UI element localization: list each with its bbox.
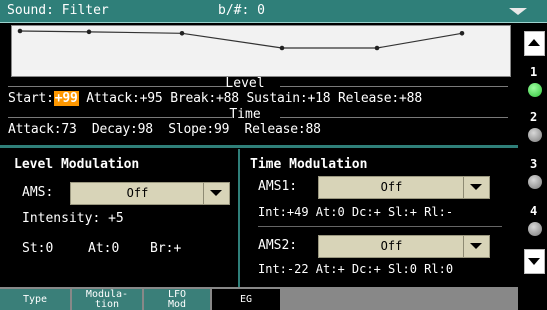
tm-ams1-dropdown[interactable]: Off (318, 176, 490, 199)
envelope-line (19, 30, 463, 49)
sidebar-number-4: 4 (530, 204, 538, 218)
tab-modulation[interactable]: Modula- tion (72, 289, 142, 310)
time-modulation-title: Time Modulation (250, 157, 368, 172)
key-indicator: b/#: 0 (218, 3, 265, 18)
time-slope-field[interactable]: Slope:99 (168, 122, 229, 137)
time-attack-field[interactable]: Attack:73 (8, 122, 77, 137)
level-modulation-panel: Level Modulation AMS: Off Intensity: +5 … (0, 149, 238, 287)
tab-eg[interactable]: EG (212, 289, 280, 310)
envelope-point (17, 28, 23, 34)
envelope-graph-svg (17, 28, 465, 51)
envelope-point (459, 31, 465, 36)
lm-ams-dropdown[interactable]: Off (70, 182, 230, 205)
lm-ams-label: AMS: (22, 185, 54, 200)
level-divider-right (280, 86, 508, 87)
chevron-down-icon (463, 236, 489, 257)
tab-type[interactable]: Type (0, 289, 70, 310)
lm-at-field[interactable]: At:0 (88, 241, 119, 256)
level-divider-left (8, 86, 232, 87)
start-value-field[interactable]: +99 (53, 91, 79, 106)
chevron-down-icon (203, 183, 229, 204)
envelope-point (179, 31, 185, 36)
chevron-down-icon (463, 177, 489, 198)
level-release-field[interactable]: Release:+88 (338, 91, 422, 106)
tm-ams1-value: Off (380, 180, 403, 194)
title-bar: Sound: Filter b/#: 0 (0, 0, 547, 23)
section-separator (0, 145, 518, 148)
time-divider-left (8, 117, 232, 118)
time-modulation-panel: Time Modulation AMS1: Off Int:+49 At:0 D… (240, 149, 518, 287)
tm-ams1-info[interactable]: Int:+49 At:0 Dc:+ Sl:+ Rl:- (258, 205, 453, 219)
time-decay-field[interactable]: Decay:98 (92, 122, 153, 137)
right-sidebar: 1 2 3 4 (518, 23, 547, 310)
envelope-point (86, 29, 92, 35)
tm-ams2-dropdown[interactable]: Off (318, 235, 490, 258)
level-break-field[interactable]: Break:+88 (170, 91, 239, 106)
sidebar-led-4[interactable] (528, 222, 542, 236)
lm-st-field[interactable]: St:0 (22, 241, 53, 256)
tm-ams1-label: AMS1: (258, 179, 298, 194)
level-values-row: Start:+99 Attack:+95 Break:+88 Sustain:+… (8, 91, 422, 106)
scroll-down-button[interactable] (524, 249, 545, 274)
start-label: Start: (8, 91, 54, 106)
tm-ams2-label: AMS2: (258, 238, 298, 253)
level-sustain-field[interactable]: Sustain:+18 (247, 91, 331, 106)
time-divider-right (280, 117, 508, 118)
envelope-point (279, 45, 285, 51)
lm-ams-value: Off (126, 186, 149, 200)
sidebar-number-1: 1 (530, 65, 538, 79)
sidebar-led-2[interactable] (528, 128, 542, 142)
level-modulation-title: Level Modulation (14, 157, 140, 172)
lm-br-field[interactable]: Br:+ (150, 241, 181, 256)
tm-ams2-info[interactable]: Int:-22 At:+ Dc:+ Sl:0 Rl:0 (258, 262, 453, 276)
sidebar-number-3: 3 (530, 157, 538, 171)
tab-lfo-mod[interactable]: LFO Mod (144, 289, 210, 310)
sidebar-led-3[interactable] (528, 175, 542, 189)
time-values-row: Attack:73 Decay:98 Slope:99 Release:88 (8, 122, 321, 137)
page-title: Sound: Filter (7, 3, 109, 18)
level-section-label: Level (225, 76, 265, 91)
lm-intensity-field[interactable]: Intensity: +5 (22, 211, 124, 226)
envelope-graph (11, 25, 511, 77)
tm-divider (258, 226, 502, 227)
level-attack-field[interactable]: Attack:+95 (86, 91, 162, 106)
sidebar-number-2: 2 (530, 110, 538, 124)
scroll-up-button[interactable] (524, 31, 545, 56)
tab-bar: Type Modula- tion LFO Mod EG (0, 287, 518, 310)
tm-ams2-value: Off (380, 239, 403, 253)
sidebar-led-1[interactable] (528, 83, 542, 97)
time-release-field[interactable]: Release:88 (244, 122, 320, 137)
envelope-point (374, 45, 380, 51)
time-section-label: Time (229, 107, 261, 122)
page-menu-button[interactable] (487, 0, 547, 22)
